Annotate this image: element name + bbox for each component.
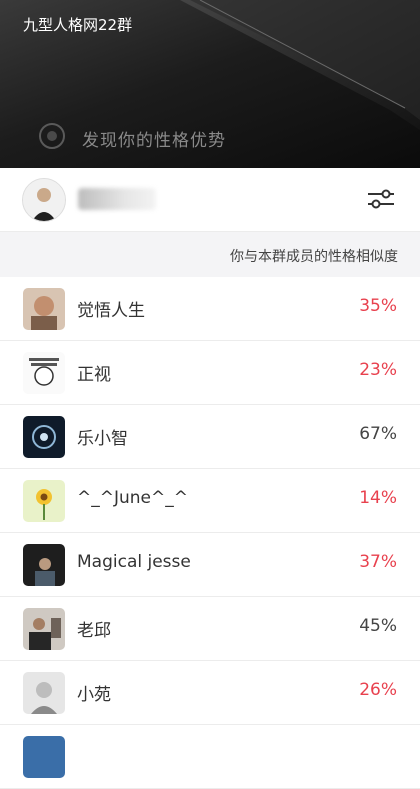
member-name: 老邱	[77, 621, 111, 641]
member-avatar	[23, 672, 65, 714]
member-list: 觉悟人生 35% 正视 23% 乐小智 67% ^_^June^_^ 14% M…	[0, 277, 420, 789]
similarity-value: 23%	[359, 360, 397, 380]
user-name-blurred	[78, 188, 156, 210]
similarity-value: 35%	[359, 296, 397, 316]
member-avatar	[23, 352, 65, 394]
list-item[interactable]: 小苑 26%	[0, 661, 420, 725]
list-item[interactable]	[0, 725, 420, 789]
similarity-value: 37%	[359, 552, 397, 572]
member-avatar	[23, 736, 65, 778]
section-title: 你与本群成员的性格相似度	[230, 249, 398, 265]
member-name: ^_^June^_^	[77, 488, 188, 508]
list-item[interactable]: Magical jesse 37%	[0, 533, 420, 597]
member-avatar	[23, 544, 65, 586]
similarity-value: 45%	[359, 616, 397, 636]
member-name: 乐小智	[77, 429, 128, 449]
member-name: 小苑	[77, 685, 111, 705]
member-name: 觉悟人生	[77, 301, 145, 321]
similarity-value: 14%	[359, 488, 397, 508]
list-item[interactable]: 乐小智 67%	[0, 405, 420, 469]
member-avatar	[23, 288, 65, 330]
list-item[interactable]: 正视 23%	[0, 341, 420, 405]
group-title: 九型人格网22群	[23, 16, 133, 34]
similarity-value: 26%	[359, 680, 397, 700]
member-avatar	[23, 608, 65, 650]
similarity-section-header: 你与本群成员的性格相似度	[0, 231, 420, 278]
list-item[interactable]: 老邱 45%	[0, 597, 420, 661]
member-name: Magical jesse	[77, 552, 191, 572]
banner-slogan: 发现你的性格优势	[82, 131, 226, 151]
member-avatar	[23, 480, 65, 522]
list-item[interactable]: 觉悟人生 35%	[0, 277, 420, 341]
member-avatar	[23, 416, 65, 458]
user-avatar[interactable]	[22, 178, 66, 222]
similarity-value: 67%	[359, 424, 397, 444]
sliders-icon[interactable]	[366, 188, 396, 210]
brand-logo-icon	[39, 123, 65, 149]
list-item[interactable]: ^_^June^_^ 14%	[0, 469, 420, 533]
current-user-bar	[0, 168, 420, 231]
header-banner: 九型人格网22群 发现你的性格优势	[0, 0, 420, 168]
member-name: 正视	[77, 365, 111, 385]
